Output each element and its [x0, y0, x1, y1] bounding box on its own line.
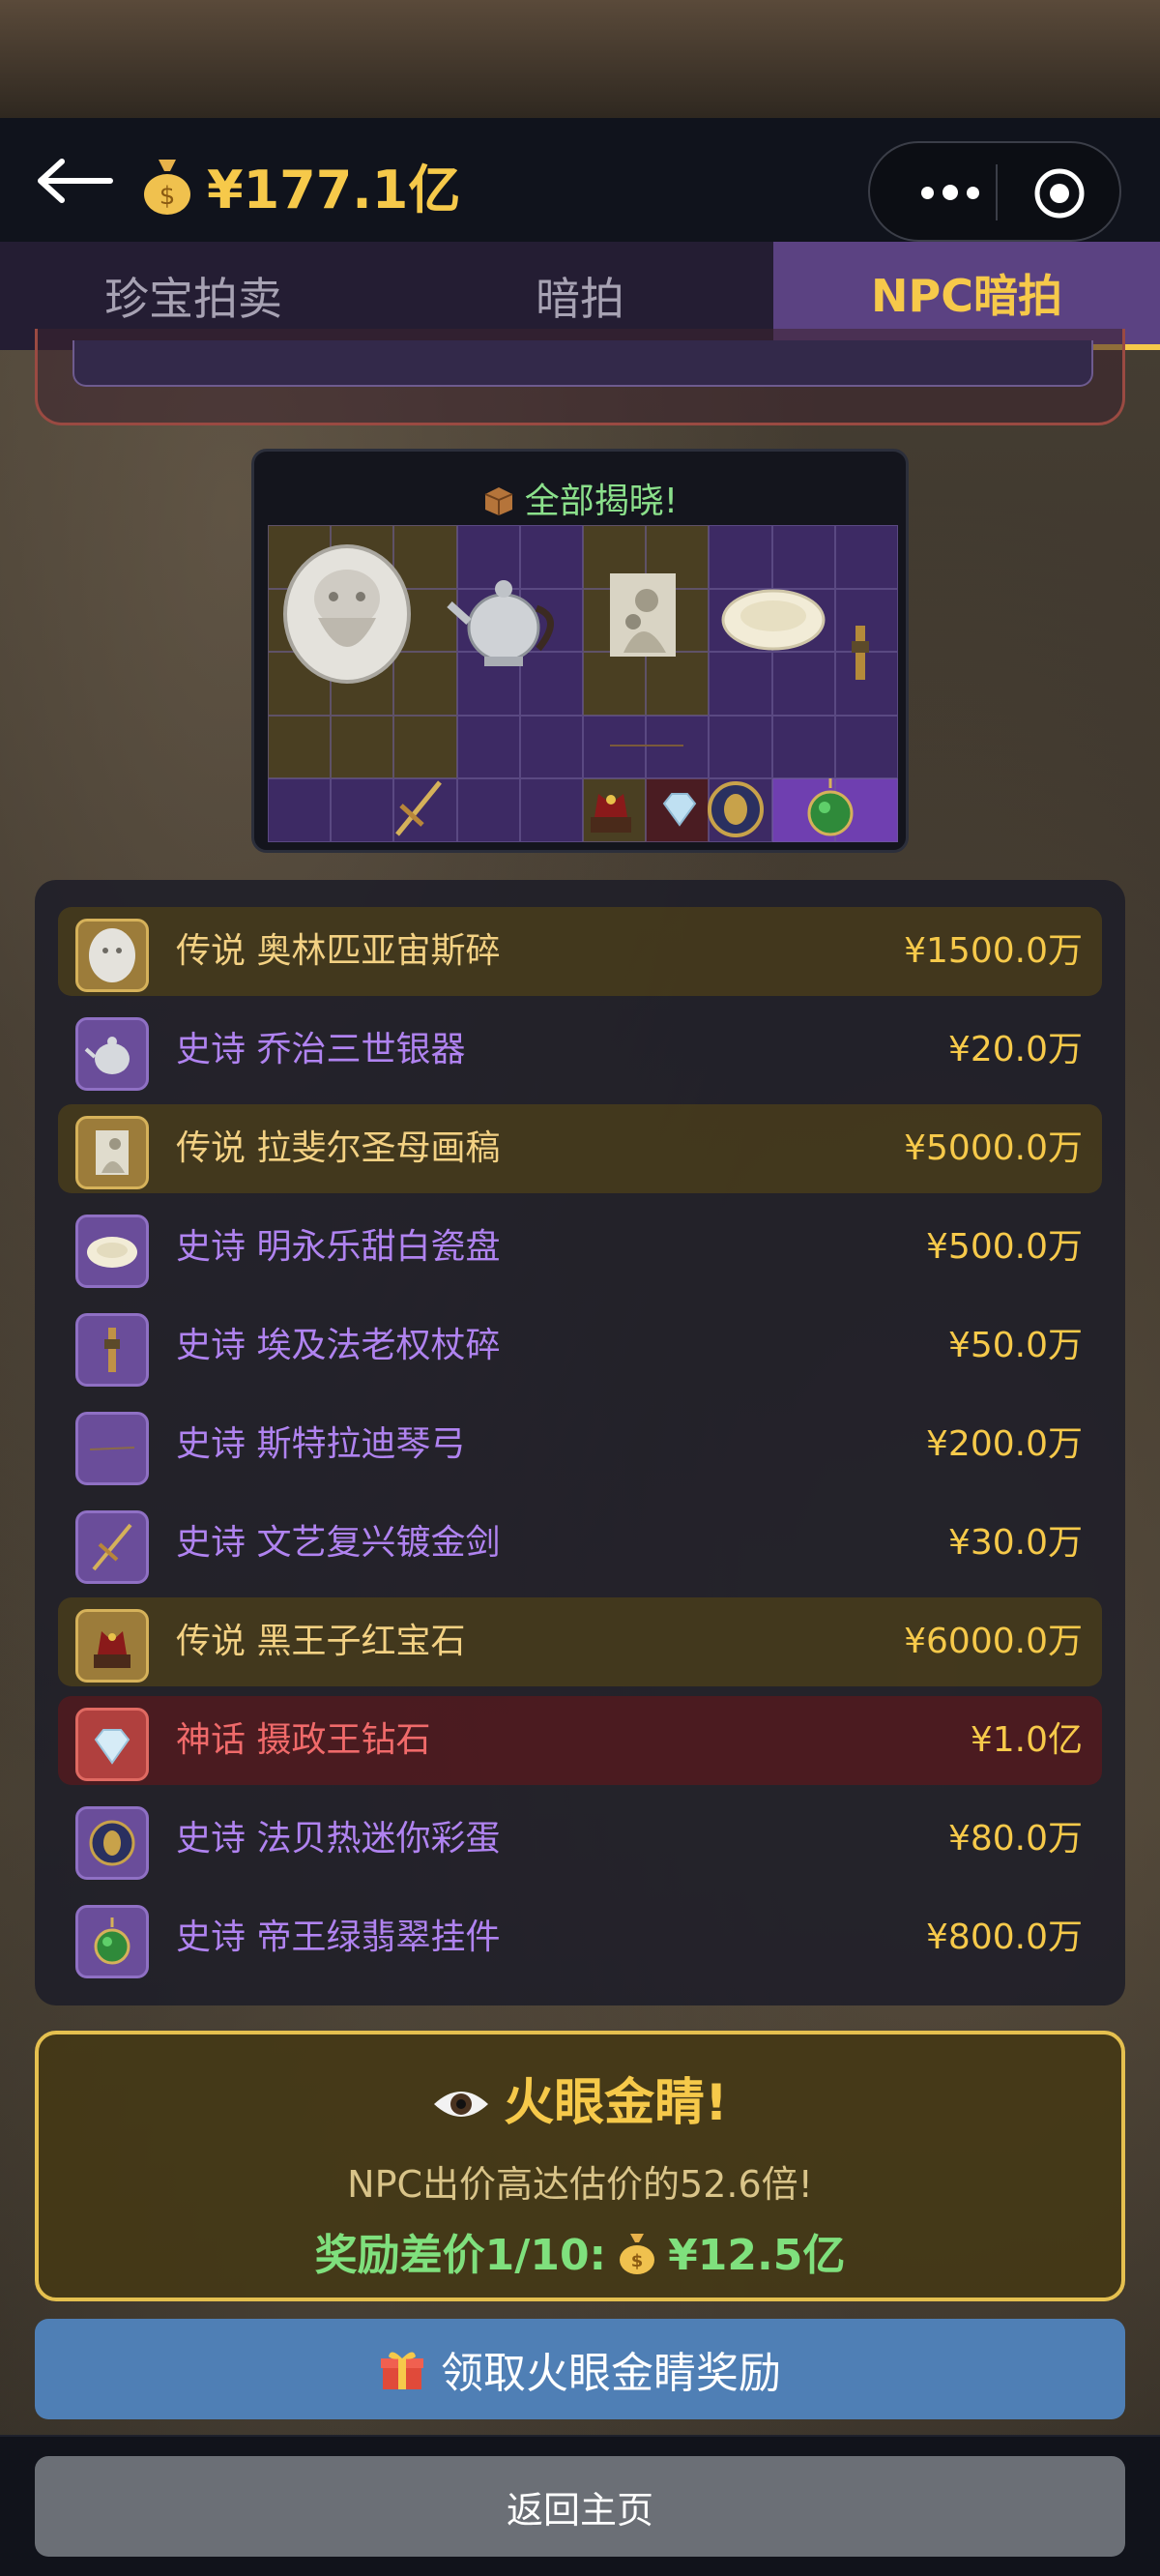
bonus-subtitle: NPC出价高达估价的52.6倍! — [347, 2163, 813, 2206]
status-bar-area — [0, 0, 1160, 118]
close-target-icon[interactable] — [1032, 166, 1087, 220]
list-item[interactable]: 史诗 法贝热迷你彩蛋 ¥80.0万 — [58, 1795, 1102, 1884]
reward-label: 奖励差价1/10: — [314, 2231, 607, 2280]
gilded-sword-icon — [75, 1510, 149, 1584]
balance-display: $ ¥177.1亿 — [141, 147, 460, 223]
svg-text:$: $ — [631, 2251, 644, 2271]
item-name: 史诗 明永乐甜白瓷盘 — [176, 1227, 501, 1267]
bonus-title-text: 火眼金睛! — [504, 2074, 728, 2132]
violin-bow-icon — [610, 745, 683, 746]
porcelain-plate-icon — [721, 589, 826, 651]
item-price: ¥200.0万 — [926, 1424, 1083, 1464]
scepter-fragment-icon — [852, 626, 869, 680]
list-item[interactable]: 史诗 文艺复兴镀金剑 ¥30.0万 — [58, 1499, 1102, 1588]
item-list: 传说 奥林匹亚宙斯碎 ¥1500.0万 史诗 乔治三世银器 ¥20.0万 传说 … — [35, 880, 1125, 2005]
item-name: 传说 拉斐尔圣母画稿 — [176, 1128, 501, 1168]
balance-value: ¥177.1亿 — [207, 160, 461, 220]
item-name: 史诗 斯特拉迪琴弓 — [176, 1424, 466, 1464]
item-price: ¥20.0万 — [947, 1030, 1083, 1069]
bonus-title: 火眼金睛! — [39, 2062, 1121, 2134]
back-arrow-icon[interactable] — [37, 157, 114, 205]
svg-text:$: $ — [160, 182, 176, 211]
claim-reward-label: 领取火眼金睛奖励 — [441, 2349, 781, 2398]
list-item[interactable]: 神话 摄政王钻石 ¥1.0亿 — [58, 1696, 1102, 1785]
miniprogram-capsule — [868, 141, 1121, 242]
item-price: ¥5000.0万 — [904, 1128, 1083, 1168]
item-price: ¥6000.0万 — [904, 1622, 1083, 1661]
madonna-sketch-icon — [75, 1116, 149, 1189]
money-bag-icon: $ — [144, 159, 190, 215]
item-name: 史诗 埃及法老权杖碎 — [176, 1326, 501, 1365]
item-price: ¥30.0万 — [947, 1523, 1083, 1563]
reveal-title-text: 全部揭晓! — [524, 482, 679, 521]
list-item[interactable]: 史诗 乔治三世银器 ¥20.0万 — [58, 1006, 1102, 1095]
item-name: 史诗 文艺复兴镀金剑 — [176, 1523, 501, 1563]
list-item[interactable]: 史诗 斯特拉迪琴弓 ¥200.0万 — [58, 1400, 1102, 1489]
reveal-title: 全部揭晓! — [254, 473, 906, 523]
top-header: $ ¥177.1亿 — [0, 118, 1160, 242]
item-name: 史诗 乔治三世银器 — [176, 1030, 466, 1069]
faberge-egg-icon — [708, 781, 764, 837]
item-price: ¥80.0万 — [947, 1819, 1083, 1859]
return-home-button[interactable]: 返回主页 — [35, 2456, 1125, 2557]
silver-teapot-icon — [447, 580, 554, 666]
more-menu-icon[interactable] — [909, 176, 992, 209]
crown-ruby-icon — [591, 794, 631, 833]
faberge-egg-icon — [75, 1806, 149, 1880]
item-price: ¥800.0万 — [926, 1917, 1083, 1957]
list-item[interactable]: 史诗 帝王绿翡翠挂件 ¥800.0万 — [58, 1893, 1102, 1982]
gilded-sword-icon — [395, 780, 442, 836]
footer-bar: 返回主页 — [0, 2435, 1160, 2576]
violin-bow-icon — [75, 1412, 149, 1485]
npc-message-bubble — [72, 340, 1093, 387]
reveal-panel: 全部揭晓! — [251, 449, 909, 853]
list-item[interactable]: 传说 黑王子红宝石 ¥6000.0万 — [58, 1597, 1102, 1686]
eye-icon — [434, 2092, 489, 2117]
zeus-fragment-icon — [283, 544, 411, 684]
crown-ruby-icon — [75, 1609, 149, 1683]
diamond-icon — [662, 793, 697, 827]
list-item[interactable]: 传说 奥林匹亚宙斯碎 ¥1500.0万 — [58, 907, 1102, 996]
madonna-sketch-icon — [610, 573, 676, 657]
claim-reward-button[interactable]: 领取火眼金睛奖励 — [35, 2319, 1125, 2419]
list-item[interactable]: 传说 拉斐尔圣母画稿 ¥5000.0万 — [58, 1104, 1102, 1193]
item-name: 史诗 帝王绿翡翠挂件 — [176, 1917, 501, 1957]
item-price: ¥50.0万 — [947, 1326, 1083, 1365]
item-price: ¥500.0万 — [926, 1227, 1083, 1267]
item-name: 传说 黑王子红宝石 — [176, 1622, 466, 1661]
zeus-fragment-icon — [75, 919, 149, 992]
item-name: 史诗 法贝热迷你彩蛋 — [176, 1819, 501, 1859]
jade-pendant-icon — [75, 1905, 149, 1978]
money-bag-icon: $ — [620, 2234, 655, 2274]
item-name: 传说 奥林匹亚宙斯碎 — [176, 931, 501, 971]
gift-icon — [381, 2352, 423, 2389]
porcelain-plate-icon — [75, 1215, 149, 1288]
bonus-reward: 奖励差价1/10: $ ¥12.5亿 — [39, 2220, 1121, 2282]
list-item[interactable]: 史诗 埃及法老权杖碎 ¥50.0万 — [58, 1302, 1102, 1390]
item-price: ¥1.0亿 — [970, 1720, 1083, 1760]
silver-teapot-icon — [75, 1017, 149, 1091]
jade-pendant-icon — [807, 778, 854, 836]
box-icon — [484, 487, 513, 515]
item-price: ¥1500.0万 — [904, 931, 1083, 971]
npc-message-box — [35, 329, 1125, 425]
item-name: 神话 摄政王钻石 — [176, 1720, 431, 1760]
scepter-fragment-icon — [75, 1313, 149, 1387]
list-item[interactable]: 史诗 明永乐甜白瓷盘 ¥500.0万 — [58, 1203, 1102, 1292]
reward-value: ¥12.5亿 — [668, 2231, 846, 2280]
diamond-icon — [75, 1708, 149, 1781]
sharp-eye-bonus-panel: 火眼金睛! NPC出价高达估价的52.6倍! 奖励差价1/10: $ ¥12.5… — [35, 2031, 1125, 2301]
